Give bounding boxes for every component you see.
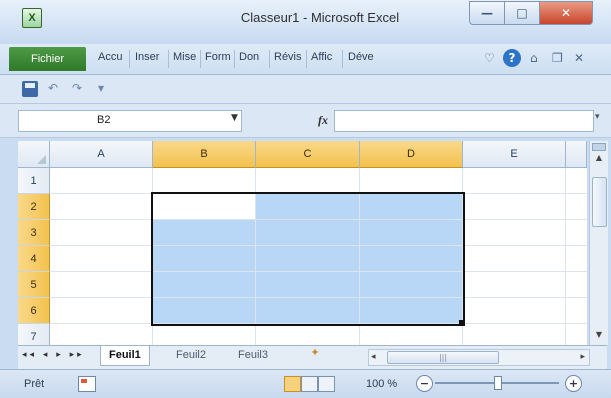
tab-separator [269,50,270,68]
tab-page-layout[interactable]: Mise [173,51,196,63]
scroll-right-icon[interactable]: ▸ [580,350,585,365]
column-header-d[interactable]: D [360,141,463,168]
view-page-break-button[interactable] [318,376,335,392]
tab-separator [342,50,343,68]
status-text: Prêt [24,378,45,390]
maximize-icon: □ [516,6,528,20]
scroll-left-icon[interactable]: ◂ [371,350,376,365]
record-macro-icon[interactable] [78,376,96,392]
scroll-down-icon[interactable]: ▼ [590,330,608,342]
close-window-icon[interactable]: ✕ [574,51,584,65]
tab-separator [306,50,307,68]
scroll-up-icon[interactable]: ▲ [590,153,608,165]
tab-developer[interactable]: Déve [348,51,374,63]
vertical-scroll-thumb[interactable] [592,177,607,227]
window-title: Classeur1 - Microsoft Excel [240,10,400,25]
sheet-tab-feuil2[interactable]: Feuil2 [168,346,214,365]
tab-file[interactable]: Fichier [9,47,86,71]
customize-qat-icon[interactable]: ▾ [98,81,104,95]
help-icon[interactable]: ? [503,49,521,67]
name-box-value: B2 [97,114,111,126]
quick-access-toolbar: ↶ ↷ ▾ [0,75,611,104]
sheet-tab-bar: ◂◂ ◂ ▸ ▸▸ Feuil1 Feuil2 Feuil3 ✦ ◂ ||| ▸ [18,345,607,369]
heart-icon[interactable]: ♡ [484,51,495,65]
status-bar: Prêt 100 % − + [0,369,611,398]
new-sheet-icon[interactable]: ✦ [298,346,332,365]
row-header-4[interactable]: 4 [18,246,50,272]
ribbon-tab-bar: Fichier Accu Inser Mise Form Don Révis A… [0,44,611,75]
select-all-button[interactable] [18,141,50,168]
formula-input[interactable] [334,110,594,132]
selection-border [151,192,465,326]
excel-window: X Classeur1 - Microsoft Excel — □ ✕ Fich… [0,0,611,398]
fill-handle[interactable] [459,320,464,325]
vertical-scrollbar[interactable]: ▲ ▼ [589,141,608,345]
row-header-5[interactable]: 5 [18,272,50,298]
tab-insert[interactable]: Inser [135,51,159,63]
zoom-out-button[interactable]: − [416,375,433,392]
view-page-layout-button[interactable] [301,376,318,392]
column-header-e[interactable]: E [463,141,566,168]
worksheet-grid[interactable]: A B C D E 1 2 3 4 5 6 7 [18,141,587,345]
zoom-in-button[interactable]: + [565,375,582,392]
save-icon[interactable] [22,81,38,97]
restore-window-icon[interactable]: ❐ [552,51,563,65]
row-header-1[interactable]: 1 [18,168,50,194]
minimize-button[interactable]: — [469,1,505,25]
minimize-ribbon-icon[interactable]: ⌂ [530,51,538,65]
split-box[interactable] [592,143,606,151]
sheet-tab-feuil1[interactable]: Feuil1 [100,346,150,366]
tab-view[interactable]: Affic [311,51,332,63]
chevron-down-icon[interactable]: ▼ [231,113,238,123]
expand-formula-bar-icon[interactable]: ▾ [595,112,600,122]
name-box[interactable]: B2 ▼ [18,110,242,132]
tab-data[interactable]: Don [239,51,259,63]
tab-separator [234,50,235,68]
tab-home[interactable]: Accu [98,51,122,63]
insert-function-icon[interactable]: fx [318,113,328,128]
maximize-button[interactable]: □ [504,1,540,25]
minimize-icon: — [481,6,493,20]
horizontal-scroll-thumb[interactable]: ||| [387,351,499,364]
sheet-nav-arrows[interactable]: ◂◂ ◂ ▸ ▸▸ [22,350,85,360]
zoom-level[interactable]: 100 % [366,378,397,390]
close-button[interactable]: ✕ [539,1,593,25]
redo-icon[interactable]: ↷ [72,81,82,95]
formula-bar: B2 ▼ fx ▾ [0,104,611,138]
title-bar: X Classeur1 - Microsoft Excel — □ ✕ [0,0,611,45]
tab-separator [129,50,130,68]
horizontal-scrollbar[interactable]: ◂ ||| ▸ [368,349,590,366]
column-header-f[interactable] [566,141,587,168]
sheet-tab-feuil3[interactable]: Feuil3 [230,346,276,365]
row-header-2[interactable]: 2 [18,194,50,220]
tab-separator [200,50,201,68]
view-normal-button[interactable] [284,376,301,392]
tab-separator [168,50,169,68]
undo-icon[interactable]: ↶ [48,81,58,95]
column-header-c[interactable]: C [256,141,360,168]
row-header-3[interactable]: 3 [18,220,50,246]
row-header-6[interactable]: 6 [18,298,50,324]
tab-review[interactable]: Révis [274,51,302,63]
excel-icon[interactable]: X [22,8,42,28]
column-header-a[interactable]: A [50,141,153,168]
row-header-7[interactable]: 7 [18,324,50,345]
column-header-b[interactable]: B [153,141,256,168]
close-icon: ✕ [560,6,572,20]
gridline [565,168,566,345]
zoom-slider-thumb[interactable] [494,376,502,390]
tab-formulas[interactable]: Form [205,51,231,63]
